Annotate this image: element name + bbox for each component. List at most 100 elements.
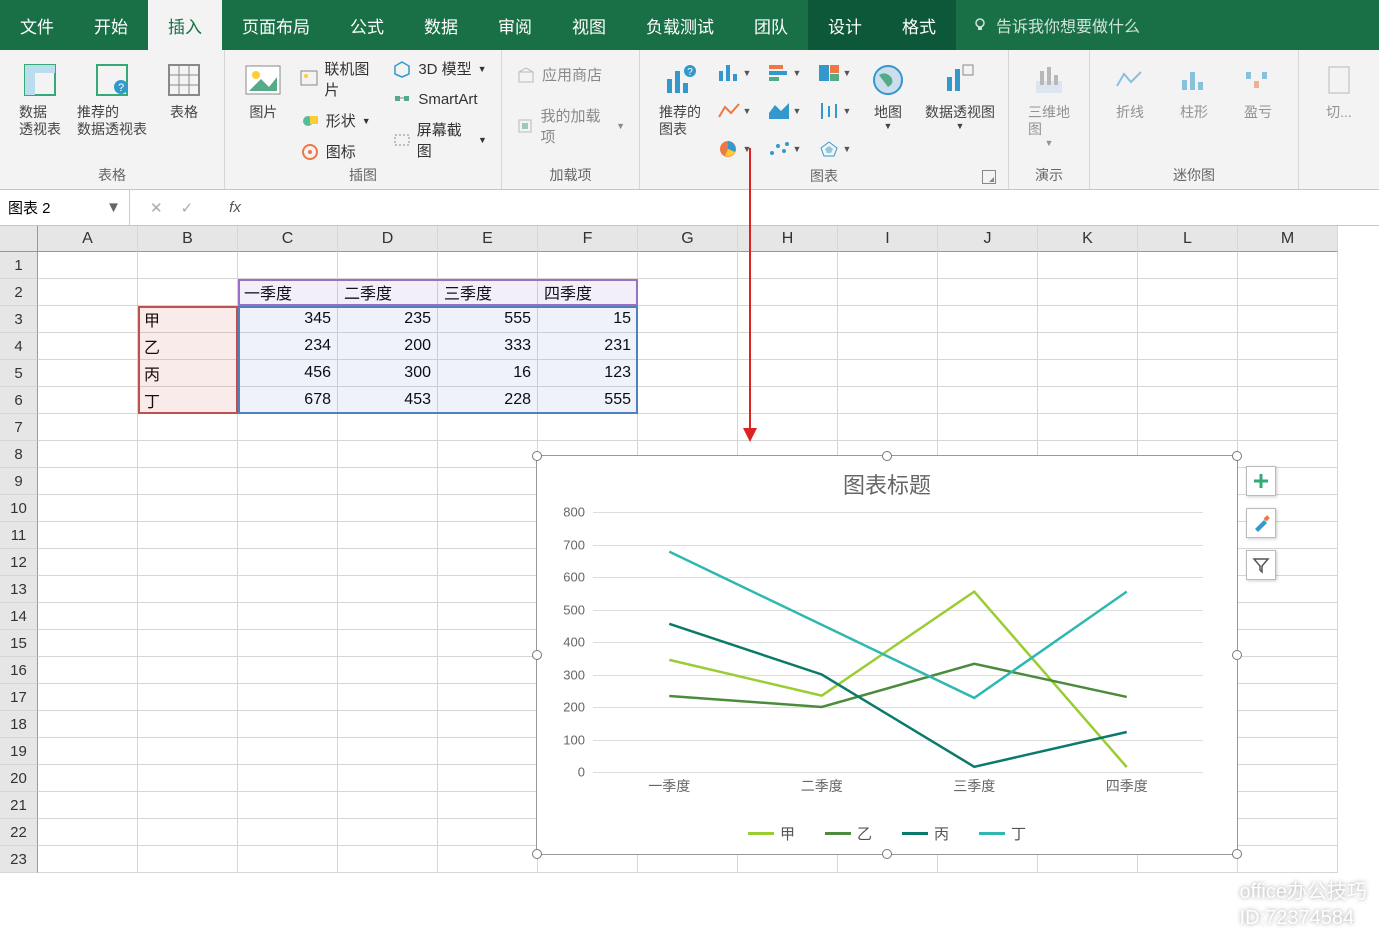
cell[interactable] [938, 414, 1038, 441]
cell[interactable] [238, 819, 338, 846]
row-header[interactable]: 3 [0, 306, 38, 333]
cell[interactable] [38, 495, 138, 522]
row-header[interactable]: 23 [0, 846, 38, 873]
cell[interactable] [38, 468, 138, 495]
cell[interactable] [838, 279, 938, 306]
column-headers[interactable]: ABCDEFGHIJKLM [38, 226, 1379, 252]
cell[interactable] [1238, 441, 1338, 468]
cell[interactable] [338, 441, 438, 468]
tab-review[interactable]: 审阅 [478, 0, 552, 50]
row-header[interactable]: 19 [0, 738, 38, 765]
resize-handle[interactable] [532, 650, 542, 660]
cell[interactable] [938, 279, 1038, 306]
cell[interactable] [1038, 360, 1138, 387]
cancel-formula-icon[interactable]: ✕ [150, 199, 163, 217]
cell[interactable] [338, 657, 438, 684]
cell[interactable] [138, 684, 238, 711]
cell[interactable] [38, 387, 138, 414]
cell[interactable] [1238, 738, 1338, 765]
name-box[interactable]: 图表 2▼ [0, 190, 130, 225]
cell[interactable] [438, 468, 538, 495]
cell[interactable] [138, 468, 238, 495]
row-header[interactable]: 1 [0, 252, 38, 279]
tab-home[interactable]: 开始 [74, 0, 148, 50]
cell[interactable] [438, 441, 538, 468]
row-header[interactable]: 16 [0, 657, 38, 684]
cell[interactable] [238, 576, 338, 603]
cell[interactable] [838, 387, 938, 414]
cell[interactable] [638, 306, 738, 333]
cell[interactable] [1038, 306, 1138, 333]
cell[interactable] [38, 576, 138, 603]
cell[interactable] [1038, 279, 1138, 306]
cell[interactable] [138, 603, 238, 630]
cell[interactable] [338, 765, 438, 792]
cell[interactable] [938, 306, 1038, 333]
cell[interactable] [338, 711, 438, 738]
map-chart-button[interactable]: 地图▼ [858, 56, 918, 136]
cell[interactable] [338, 414, 438, 441]
fx-icon[interactable]: fx [229, 199, 241, 217]
cell[interactable] [138, 711, 238, 738]
cell[interactable] [438, 792, 538, 819]
embedded-chart[interactable]: 图表标题 0100200300400500600700800 一季度二季度三季度… [536, 455, 1238, 855]
cell[interactable] [1238, 306, 1338, 333]
charts-launcher-icon[interactable] [982, 170, 996, 184]
cell[interactable] [238, 738, 338, 765]
col-header[interactable]: A [38, 226, 138, 252]
cell[interactable] [238, 468, 338, 495]
cell[interactable] [1138, 333, 1238, 360]
row-header[interactable]: 10 [0, 495, 38, 522]
cell[interactable] [338, 738, 438, 765]
slicer-button[interactable]: 切... [1309, 56, 1369, 125]
cell[interactable] [138, 576, 238, 603]
cell[interactable] [38, 711, 138, 738]
cell[interactable] [238, 603, 338, 630]
cell[interactable] [138, 792, 238, 819]
col-header[interactable]: K [1038, 226, 1138, 252]
cell[interactable] [238, 630, 338, 657]
row-header[interactable]: 17 [0, 684, 38, 711]
row-header[interactable]: 12 [0, 549, 38, 576]
cell[interactable] [838, 414, 938, 441]
picture-button[interactable]: 图片 [235, 56, 292, 125]
cell[interactable] [138, 414, 238, 441]
row-header[interactable]: 9 [0, 468, 38, 495]
cell[interactable] [38, 441, 138, 468]
tab-pagelayout[interactable]: 页面布局 [222, 0, 330, 50]
sparkcolumn-button[interactable]: 柱形 [1164, 56, 1224, 125]
cell[interactable] [138, 549, 238, 576]
column-chart-icon[interactable]: ▼ [714, 56, 754, 90]
cell[interactable] [538, 414, 638, 441]
tab-design[interactable]: 设计 [808, 0, 882, 50]
chart-filter-button[interactable] [1246, 550, 1276, 580]
cell[interactable] [238, 522, 338, 549]
cell[interactable] [38, 549, 138, 576]
cell[interactable] [338, 819, 438, 846]
row-header[interactable]: 7 [0, 414, 38, 441]
cell[interactable] [1238, 846, 1338, 873]
recommended-chart-button[interactable]: ?推荐的 图表 [650, 56, 710, 142]
cell[interactable] [1238, 252, 1338, 279]
tab-data[interactable]: 数据 [404, 0, 478, 50]
cell[interactable] [38, 252, 138, 279]
cell[interactable] [438, 630, 538, 657]
cell[interactable] [238, 549, 338, 576]
cell[interactable] [638, 333, 738, 360]
cell[interactable] [238, 657, 338, 684]
cell[interactable] [1138, 306, 1238, 333]
shapes-button[interactable]: 形状 ▼ [296, 108, 385, 133]
tab-insert[interactable]: 插入 [148, 0, 222, 50]
accept-formula-icon[interactable]: ✓ [181, 199, 194, 217]
cell[interactable] [1038, 387, 1138, 414]
cell[interactable] [1238, 576, 1338, 603]
chart-styles-button[interactable] [1246, 508, 1276, 538]
stock-chart-icon[interactable]: ▼ [814, 94, 854, 128]
pivot-chart-button[interactable]: 数据透视图▼ [922, 56, 998, 136]
cell[interactable] [38, 414, 138, 441]
cell[interactable] [1238, 333, 1338, 360]
line-chart-icon[interactable]: ▼ [714, 94, 754, 128]
cell[interactable] [38, 522, 138, 549]
row-header[interactable]: 5 [0, 360, 38, 387]
table-button[interactable]: 表格 [154, 56, 214, 125]
